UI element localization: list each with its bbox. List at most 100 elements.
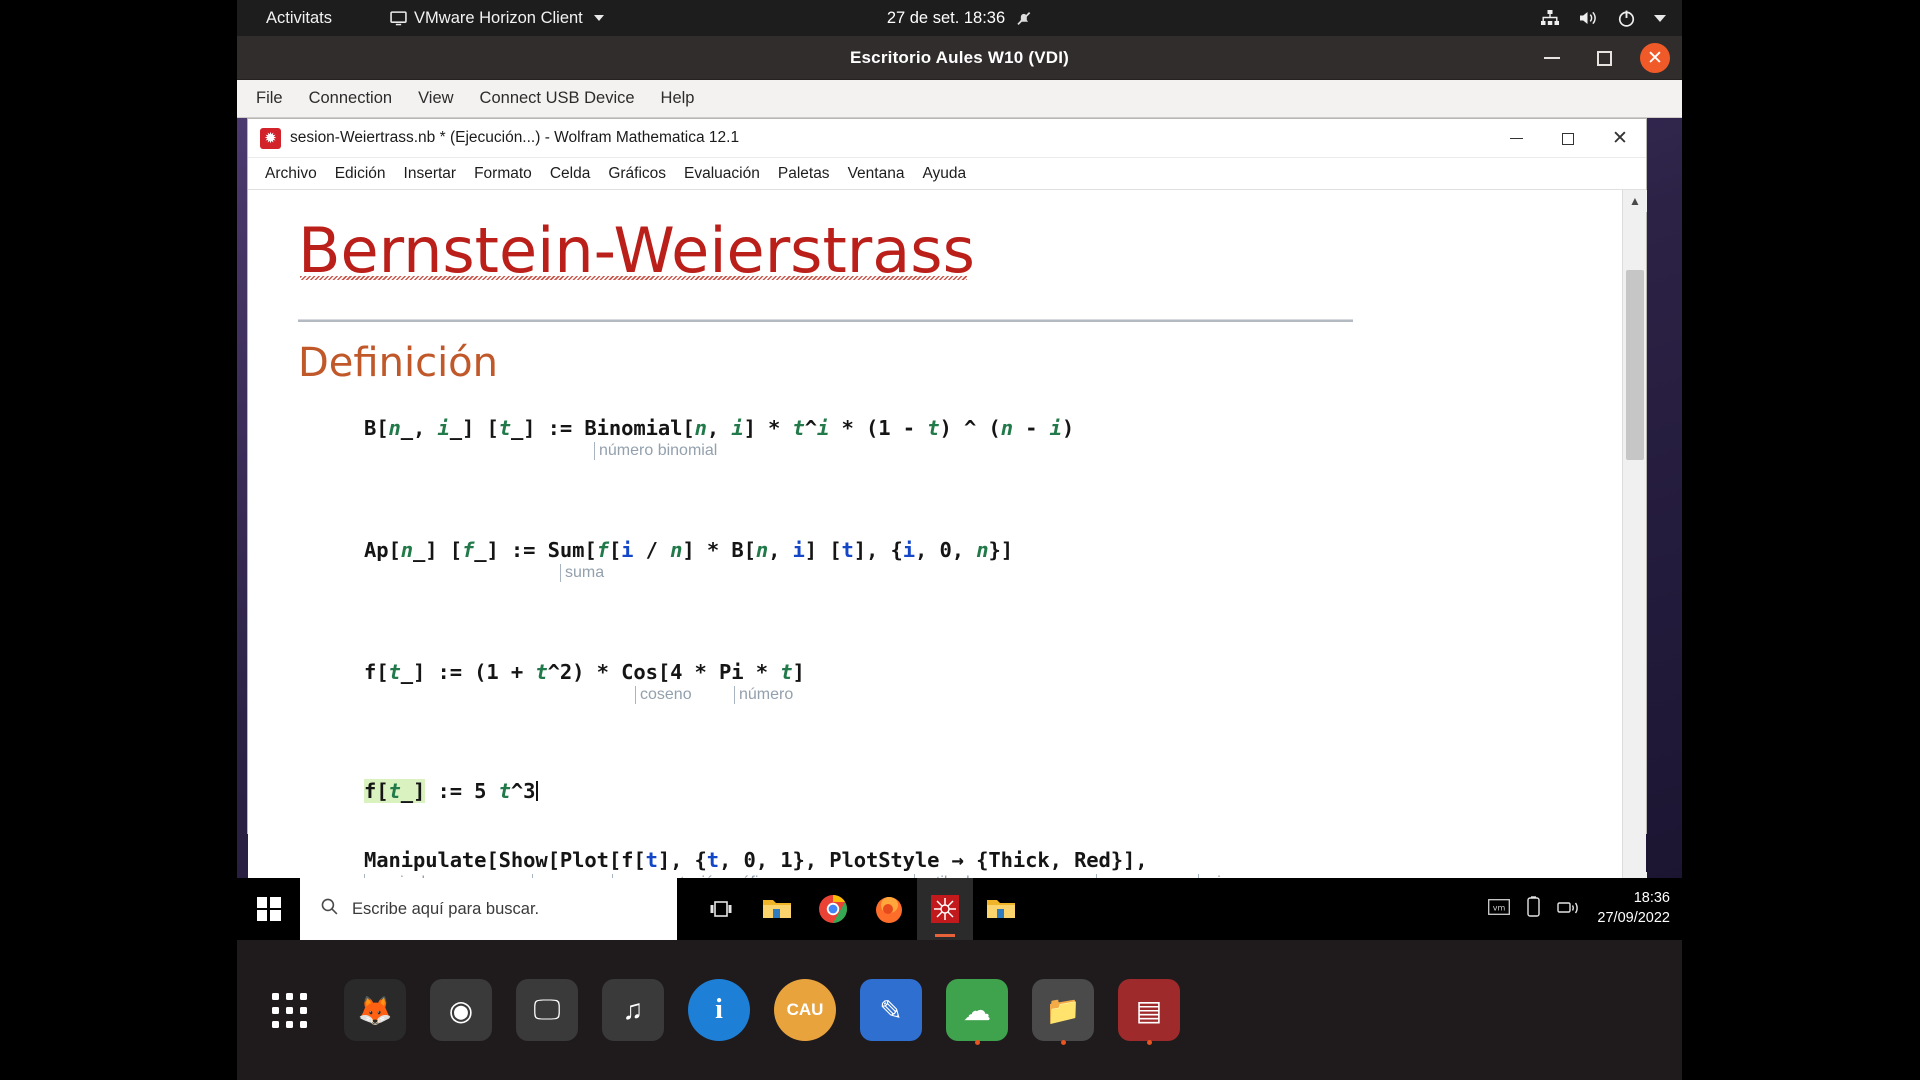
- music-icon[interactable]: ♫: [602, 979, 664, 1041]
- notes-icon[interactable]: ✎: [860, 979, 922, 1041]
- section-divider: [298, 319, 1353, 323]
- notebook-scrollbar[interactable]: ▲ ▼: [1622, 190, 1647, 895]
- windows-logo-icon: [256, 897, 281, 921]
- volume-icon[interactable]: [1578, 9, 1599, 27]
- dock-item[interactable]: 📁: [1025, 972, 1101, 1048]
- menu-connection[interactable]: Connection: [296, 85, 405, 112]
- minimize-icon: [1544, 57, 1560, 59]
- vmware-horizon-icon[interactable]: ☁: [946, 979, 1008, 1041]
- maximize-button[interactable]: [1542, 119, 1594, 158]
- menu-ayuda[interactable]: Ayuda: [913, 163, 975, 185]
- svg-text:vm: vm: [1493, 903, 1506, 912]
- menu-connect-usb-device[interactable]: Connect USB Device: [467, 85, 648, 112]
- mathematica-window-controls: ✕: [1490, 119, 1646, 158]
- taskbar-wolfram-mathematica[interactable]: [917, 878, 973, 940]
- battery-icon[interactable]: [1526, 895, 1541, 923]
- notebook-input-cell[interactable]: f[t_] := (1 + t^2) * Cos[4 * Pi * t] cose…: [364, 660, 1622, 706]
- scrollbar-thumb[interactable]: [1626, 270, 1644, 460]
- dock-item[interactable]: i: [681, 972, 757, 1048]
- vm-icon[interactable]: vm: [1488, 898, 1511, 920]
- network-icon[interactable]: [1540, 9, 1560, 27]
- clock-date: 27/09/2022: [1597, 910, 1670, 926]
- rhythmbox-icon[interactable]: ◉: [430, 979, 492, 1041]
- activities-button[interactable]: Activitats: [256, 0, 342, 36]
- info-icon[interactable]: i: [688, 979, 750, 1041]
- maximize-icon: [1562, 132, 1574, 145]
- maximize-icon: [1596, 50, 1612, 66]
- taskbar-firefox[interactable]: [861, 878, 917, 940]
- dock-item[interactable]: 🦊: [337, 972, 413, 1048]
- app-menu-label: VMware Horizon Client: [414, 8, 583, 27]
- taskbar-google-chrome[interactable]: [805, 878, 861, 940]
- show-applications-icon[interactable]: [258, 979, 320, 1041]
- gnome-clock[interactable]: 27 de set. 18:36: [887, 9, 1032, 28]
- notebook-section-heading[interactable]: Definición: [298, 340, 1622, 386]
- dock-item[interactable]: ✎: [853, 972, 929, 1048]
- taskbar-clock[interactable]: 18:36 27/09/2022: [1597, 889, 1670, 928]
- taskbar-file-explorer-2[interactable]: [973, 878, 1029, 940]
- display-icon: [390, 10, 407, 27]
- menu-archivo[interactable]: Archivo: [256, 163, 326, 185]
- menu-ventana[interactable]: Ventana: [839, 163, 914, 185]
- text-cursor: [536, 781, 538, 802]
- gnome-system-tray[interactable]: [1540, 9, 1666, 28]
- taskbar-search-box[interactable]: Escribe aquí para buscar.: [300, 878, 677, 940]
- windows-taskbar: Escribe aquí para buscar. vm 18:36 27/09…: [237, 878, 1682, 940]
- vmware-window-title: Escritorio Aules W10 (VDI): [849, 47, 1069, 67]
- dock-item[interactable]: ▤: [1111, 972, 1187, 1048]
- files-icon[interactable]: 📁: [1032, 979, 1094, 1041]
- minimize-button[interactable]: [1490, 119, 1542, 158]
- close-button[interactable]: ✕: [1594, 119, 1646, 158]
- cell-code[interactable]: f[t_] := 5 t^3: [364, 779, 1622, 804]
- maximize-button[interactable]: [1588, 42, 1620, 74]
- menu-evaluacion[interactable]: Evaluación: [675, 163, 769, 185]
- dock-item[interactable]: CAU: [767, 972, 843, 1048]
- menu-formato[interactable]: Formato: [465, 163, 541, 185]
- close-icon: ✕: [1647, 47, 1663, 69]
- dock-item[interactable]: ◉: [423, 972, 499, 1048]
- vmware-titlebar: Escritorio Aules W10 (VDI) ✕: [237, 36, 1682, 80]
- menu-edicion[interactable]: Edición: [326, 163, 395, 185]
- notebook-input-cell[interactable]: Ap[n_] [f_] := Sum[f[i / n] * B[n, i] [t…: [364, 538, 1622, 584]
- dock-item[interactable]: [251, 972, 327, 1048]
- menu-view[interactable]: View: [405, 85, 466, 112]
- menu-insertar[interactable]: Insertar: [395, 163, 466, 185]
- scroll-up-icon[interactable]: ▲: [1623, 190, 1647, 212]
- app-menu-button[interactable]: VMware Horizon Client: [380, 0, 614, 36]
- notebook-input-cell[interactable]: B[n_, i_] [t_] := Binomial[n, i] * t^i *…: [364, 416, 1622, 462]
- spellcheck-squiggle: [300, 276, 967, 281]
- gnome-top-bar: Activitats VMware Horizon Client 27 de s…: [237, 0, 1682, 36]
- dock-item[interactable]: 🖵: [509, 972, 585, 1048]
- cell-autocomplete-hints: número binomial: [364, 442, 1622, 462]
- minimize-button[interactable]: [1536, 42, 1568, 74]
- hint-label: número binomial: [594, 442, 717, 461]
- cell-code[interactable]: f[t_] := (1 + t^2) * Cos[4 * Pi * t]: [364, 660, 1622, 684]
- screen: Activitats VMware Horizon Client 27 de s…: [0, 0, 1920, 1080]
- notebook-input-cell[interactable]: f[t_] := 5 t^3: [364, 779, 1622, 804]
- menu-paletas[interactable]: Paletas: [769, 163, 839, 185]
- task-view-button[interactable]: [693, 878, 749, 940]
- menu-graficos[interactable]: Gráficos: [599, 163, 675, 185]
- network-icon[interactable]: [1557, 897, 1581, 922]
- notebook-title-cell[interactable]: Bernstein-Weierstrass: [298, 218, 975, 283]
- impress-icon[interactable]: ▤: [1118, 979, 1180, 1041]
- power-icon[interactable]: [1617, 9, 1636, 28]
- firefox-icon[interactable]: 🦊: [344, 979, 406, 1041]
- taskbar-file-explorer-1[interactable]: [749, 878, 805, 940]
- notebook-canvas[interactable]: Bernstein-Weierstrass Definición B[n_, i…: [248, 190, 1622, 895]
- close-button[interactable]: ✕: [1640, 43, 1670, 73]
- hint-label: coseno: [635, 686, 692, 705]
- cau-icon[interactable]: CAU: [774, 979, 836, 1041]
- vmware-window-controls: ✕: [1536, 36, 1670, 80]
- menu-celda[interactable]: Celda: [541, 163, 600, 185]
- cell-code[interactable]: B[n_, i_] [t_] := Binomial[n, i] * t^i *…: [364, 416, 1622, 440]
- remote-desktop-icon[interactable]: 🖵: [516, 979, 578, 1041]
- cell-code[interactable]: Ap[n_] [f_] := Sum[f[i / n] * B[n, i] [t…: [364, 538, 1622, 562]
- dock-item[interactable]: ☁: [939, 972, 1015, 1048]
- cell-code[interactable]: Manipulate[Show[Plot[f[t], {t, 0, 1}, Pl…: [364, 848, 1622, 872]
- dock-item[interactable]: ♫: [595, 972, 671, 1048]
- menu-file[interactable]: File: [243, 85, 296, 112]
- menu-help[interactable]: Help: [648, 85, 708, 112]
- chevron-down-icon[interactable]: [1654, 14, 1666, 22]
- start-button[interactable]: [237, 878, 300, 940]
